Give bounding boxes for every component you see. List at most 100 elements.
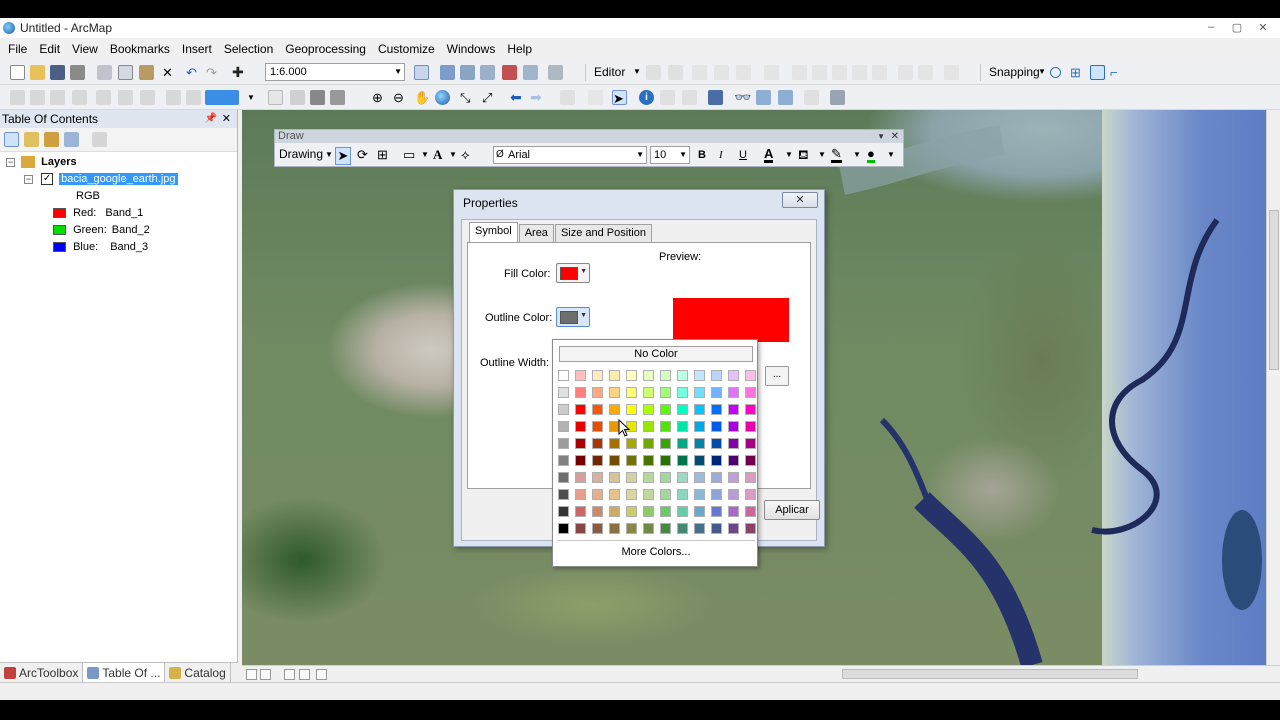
menu-help[interactable]: Help xyxy=(501,38,538,60)
color-swatch[interactable] xyxy=(626,404,637,415)
bold-button[interactable]: B xyxy=(698,147,706,163)
color-swatch[interactable] xyxy=(694,523,705,534)
refresh-icon[interactable] xyxy=(284,669,295,680)
color-swatch[interactable] xyxy=(609,523,620,534)
italic-button[interactable]: I xyxy=(719,147,723,163)
color-swatch[interactable] xyxy=(558,438,569,449)
color-swatch[interactable] xyxy=(626,506,637,517)
find-binoculars-icon[interactable]: 👓 xyxy=(734,90,751,105)
back-arrow-icon[interactable]: ⬅ xyxy=(510,90,525,105)
color-swatch[interactable] xyxy=(592,421,603,432)
color-swatch[interactable] xyxy=(575,387,586,398)
color-swatch[interactable] xyxy=(711,523,722,534)
menu-bookmarks[interactable]: Bookmarks xyxy=(104,38,176,60)
color-swatch[interactable] xyxy=(575,523,586,534)
color-swatch[interactable] xyxy=(728,404,739,415)
color-swatch[interactable] xyxy=(558,421,569,432)
layer-row[interactable]: − ✓ bacia_google_earth.jpg xyxy=(24,171,178,187)
color-swatch[interactable] xyxy=(626,489,637,500)
save-icon[interactable] xyxy=(50,65,65,80)
no-color-button[interactable]: No Color xyxy=(559,346,753,362)
create-features-icon[interactable] xyxy=(944,65,959,80)
editor-menu[interactable]: Editor xyxy=(594,64,625,80)
color-swatch[interactable] xyxy=(558,506,569,517)
color-swatch[interactable] xyxy=(711,472,722,483)
end-snapping-icon[interactable]: ⊞ xyxy=(1070,65,1085,80)
menu-customize[interactable]: Customize xyxy=(372,38,441,60)
sketch-properties-icon[interactable] xyxy=(918,65,933,80)
color-swatch[interactable] xyxy=(592,404,603,415)
map-horizontal-scrollbar[interactable] xyxy=(242,665,1280,682)
edge-snapping-icon[interactable]: ⌐ xyxy=(1110,65,1125,80)
color-swatch[interactable] xyxy=(558,523,569,534)
color-swatch[interactable] xyxy=(728,489,739,500)
print-icon[interactable] xyxy=(70,65,85,80)
data-view-icon[interactable] xyxy=(246,669,257,680)
zoom-to-selected-icon[interactable]: ⊞ xyxy=(377,147,388,163)
zoom-in-icon[interactable]: ⊕ xyxy=(372,90,387,105)
color-swatch[interactable] xyxy=(711,438,722,449)
list-by-visibility-icon[interactable] xyxy=(44,132,59,147)
model-builder-icon[interactable] xyxy=(548,65,563,80)
color-swatch[interactable] xyxy=(660,506,671,517)
underline-button[interactable]: U xyxy=(739,147,747,163)
color-swatch[interactable] xyxy=(626,370,637,381)
snapping-menu[interactable]: Snapping xyxy=(989,64,1040,80)
reshape-icon[interactable] xyxy=(812,65,827,80)
split-tool-icon[interactable] xyxy=(764,65,779,80)
color-swatch[interactable] xyxy=(643,438,654,449)
font-color-icon[interactable]: A xyxy=(764,147,774,163)
color-swatch[interactable] xyxy=(745,387,756,398)
order-icon[interactable] xyxy=(310,90,325,105)
menu-geoprocessing[interactable]: Geoprocessing xyxy=(279,38,372,60)
marker-color-icon[interactable]: ● xyxy=(867,147,875,163)
map-scale-combobox[interactable]: 1:6.000 ▼ xyxy=(265,63,405,81)
color-swatch[interactable] xyxy=(660,472,671,483)
close-icon[interactable]: ✕ xyxy=(222,110,231,128)
apply-button[interactable]: Aplicar xyxy=(764,500,820,520)
undo-icon[interactable]: ↶ xyxy=(186,65,201,80)
fixed-zoom-in-icon[interactable]: ⤡ xyxy=(460,90,475,105)
trace-icon[interactable] xyxy=(736,65,751,80)
add-data-icon[interactable]: ✚ xyxy=(232,65,247,80)
color-swatch[interactable] xyxy=(694,421,705,432)
color-swatch[interactable] xyxy=(694,472,705,483)
menu-view[interactable]: View xyxy=(66,38,104,60)
tab-size-and-position[interactable]: Size and Position xyxy=(554,224,652,242)
close-icon[interactable]: ✕ xyxy=(891,130,899,143)
color-swatch[interactable] xyxy=(643,404,654,415)
color-swatch[interactable] xyxy=(745,523,756,534)
chevron-down-icon[interactable]: ▼ xyxy=(421,147,429,163)
tab-area[interactable]: Area xyxy=(518,224,554,242)
color-swatch[interactable] xyxy=(558,404,569,415)
color-swatch[interactable] xyxy=(728,506,739,517)
georef-fit-icon[interactable] xyxy=(140,90,155,105)
tab-table-of-contents[interactable]: Table Of ... xyxy=(83,663,166,682)
close-window-button[interactable]: ✕ xyxy=(1250,18,1276,36)
color-swatch[interactable] xyxy=(626,472,637,483)
color-swatch[interactable] xyxy=(558,370,569,381)
collapse-icon[interactable]: − xyxy=(6,157,15,167)
color-swatch[interactable] xyxy=(677,506,688,517)
color-swatch[interactable] xyxy=(575,489,586,500)
color-swatch[interactable] xyxy=(694,404,705,415)
color-swatch[interactable] xyxy=(711,421,722,432)
georef-icon[interactable] xyxy=(10,90,25,105)
map-vertical-scrollbar[interactable] xyxy=(1266,110,1280,665)
color-swatch[interactable] xyxy=(728,438,739,449)
layout-icon[interactable] xyxy=(166,90,181,105)
chevron-down-icon[interactable]: ▼ xyxy=(887,147,895,163)
edit-annotation-icon[interactable] xyxy=(668,65,683,80)
color-swatch[interactable] xyxy=(694,370,705,381)
forward-arrow-icon[interactable]: ➡ xyxy=(530,90,545,105)
clear-selection-icon[interactable] xyxy=(588,90,603,105)
open-folder-icon[interactable] xyxy=(30,65,45,80)
color-swatch[interactable] xyxy=(711,370,722,381)
tab-symbol[interactable]: Symbol xyxy=(469,222,518,242)
color-swatch[interactable] xyxy=(660,370,671,381)
identify-icon[interactable]: i xyxy=(639,90,654,105)
table-icon[interactable] xyxy=(440,65,455,80)
layout-zoom-icon[interactable] xyxy=(186,90,201,105)
color-swatch[interactable] xyxy=(728,421,739,432)
zoom-out-icon[interactable]: ⊖ xyxy=(393,90,408,105)
